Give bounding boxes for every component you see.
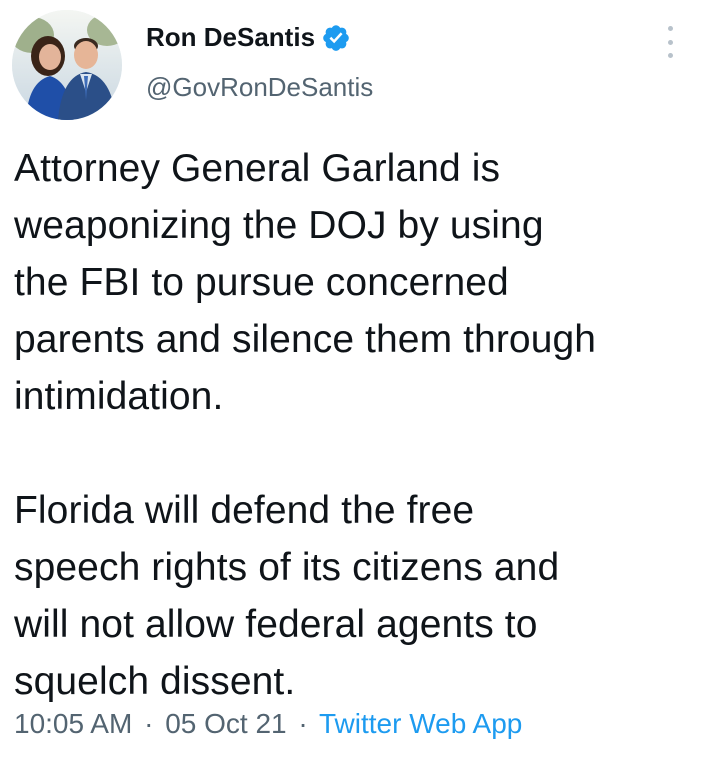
profile-avatar[interactable] (12, 10, 122, 120)
tweet-date[interactable]: 05 Oct 21 (165, 708, 286, 739)
verified-badge-icon (321, 23, 351, 53)
tweet-paragraph: Attorney General Garland is weaponizing … (14, 147, 597, 418)
author-display-name[interactable]: Ron DeSantis (146, 22, 315, 53)
tweet-source-link[interactable]: Twitter Web App (319, 708, 522, 739)
tweet-text: Attorney General Garland is weaponizing … (14, 140, 694, 710)
tweet-meta: 10:05 AM · 05 Oct 21 · Twitter Web App (14, 708, 522, 740)
meta-separator: · (144, 708, 154, 739)
more-options-icon[interactable] (660, 26, 680, 58)
author-name-row: Ron DeSantis (146, 22, 351, 53)
avatar-photo-icon (12, 10, 122, 120)
author-handle[interactable]: @GovRonDeSantis (146, 72, 373, 103)
tweet-card: Ron DeSantis @GovRonDeSantis Attorney Ge… (0, 0, 702, 767)
tweet-time[interactable]: 10:05 AM (14, 708, 132, 739)
tweet-paragraph: Florida will defend the free speech righ… (14, 489, 560, 703)
meta-separator: · (298, 708, 308, 739)
